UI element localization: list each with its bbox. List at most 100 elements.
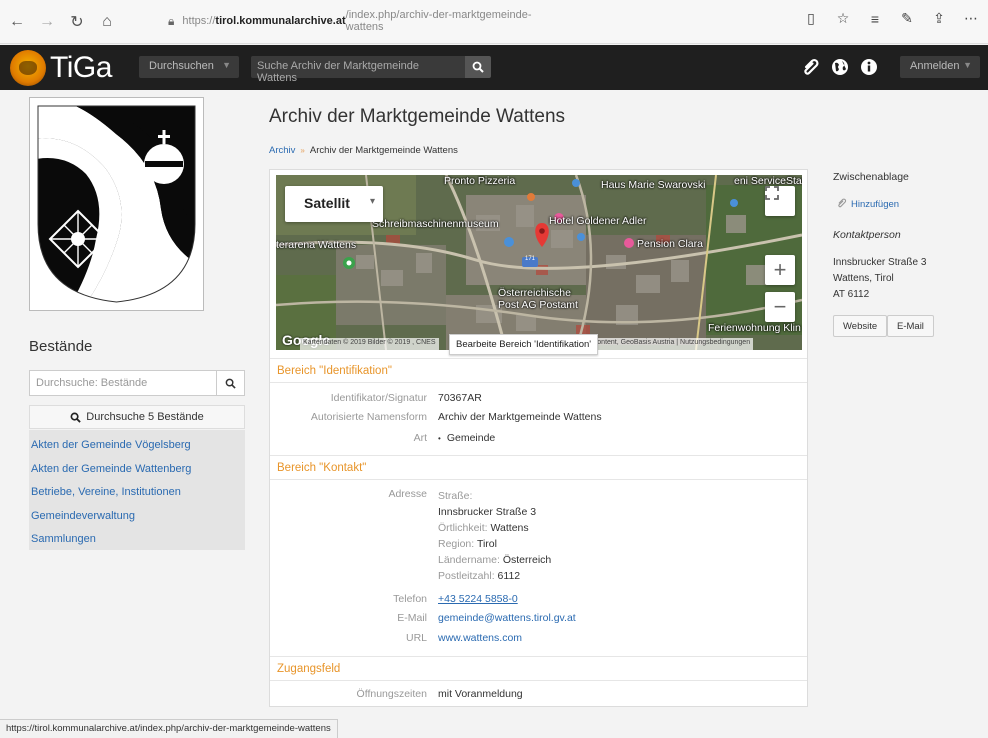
holdings-item[interactable]: Gemeindeverwaltung [29, 505, 245, 529]
region-label: Region: [438, 538, 475, 550]
share-icon[interactable]: ⇪ [928, 10, 950, 27]
map-label-museum: Schreibmaschinenmuseum [372, 218, 499, 230]
global-search-button[interactable] [465, 56, 491, 78]
holdings-item[interactable]: Akten der Gemeinde Wattenberg [29, 458, 245, 482]
clipboard-paperclip-icon[interactable] [801, 57, 821, 77]
section-heading-identification[interactable]: Bereich "Identifikation" [270, 358, 807, 383]
field-value-address: Straße: Innsbrucker Straße 3 Örtlichkeit… [438, 488, 551, 584]
browser-status-url: https://tirol.kommunalarchive.at/index.p… [0, 719, 338, 738]
search-icon [472, 61, 484, 73]
map-type-dropdown[interactable]: Satellit ▾ [285, 186, 383, 222]
website-button[interactable]: Website [833, 315, 888, 337]
favorites-list-icon[interactable]: ≡ [864, 11, 886, 27]
holdings-item[interactable]: Akten der Gemeinde Vögelsberg [29, 434, 245, 458]
location-map[interactable]: Pronto Pizzeria Haus Marie Swarovski eni… [276, 175, 802, 350]
search-icon [70, 412, 82, 423]
email-link[interactable]: gemeinde@wattens.tirol.gv.at [438, 612, 576, 624]
map-attribution-right[interactable]: GeoContent, GeoBasis Austria | Nutzungsb… [576, 338, 754, 350]
clipboard-add-link[interactable]: Hinzufügen [837, 198, 899, 210]
street-value: Innsbrucker Straße 3 [438, 506, 537, 518]
map-attribution-left: Kartendaten © 2019 Bilder © 2019 , CNES [300, 338, 439, 350]
map-label-road: 171 [525, 256, 536, 262]
region-value: Tirol [476, 538, 497, 550]
pen-icon[interactable]: ✎ [896, 10, 918, 27]
global-search-input[interactable]: Suche Archiv der Marktgemeinde Wattens [251, 56, 465, 84]
contact-address: Innsbrucker Straße 3 Wattens, Tirol AT 6… [833, 255, 926, 303]
field-label-opening-hours: Öffnungszeiten [356, 688, 427, 700]
map-label-pizzeria: Pronto Pizzeria [444, 175, 516, 187]
browse-holdings-button[interactable]: Durchsuche 5 Bestände [29, 405, 245, 429]
search-icon [225, 378, 236, 389]
browse-holdings-label: Durchsuche 5 Bestände [86, 411, 204, 423]
refresh-icon[interactable]: ↻ [64, 9, 90, 35]
postcode-value: 6112 [497, 570, 521, 582]
globe-language-icon[interactable] [830, 57, 850, 77]
address-bar[interactable]: 🔒︎ https://tirol.kommunalarchive.at/inde… [168, 9, 568, 33]
email-button[interactable]: E-Mail [887, 315, 934, 337]
locality-label: Örtlichkeit: [438, 522, 488, 534]
field-value-identifier: 70367AR [438, 392, 482, 404]
coat-of-arms-image [29, 97, 204, 311]
url-path: /index.php/archiv-der-marktgemeinde-watt… [345, 9, 532, 33]
bullet-icon: • [438, 434, 441, 443]
field-value-type-text: Gemeinde [446, 432, 496, 444]
contact-address-line1: Innsbrucker Straße 3 [833, 257, 927, 268]
caret-down-icon: ▼ [963, 60, 972, 70]
reading-view-icon[interactable]: ▯ [800, 10, 822, 27]
browse-menu-button[interactable]: Durchsuchen ▼ [139, 56, 239, 78]
zoom-in-icon[interactable]: + [765, 255, 795, 285]
field-label-identifier: Identifikator/Signatur [330, 392, 427, 404]
holdings-heading: Bestände [29, 338, 93, 355]
fullscreen-icon[interactable] [765, 186, 795, 216]
site-logo[interactable]: TiGa [10, 50, 112, 86]
login-menu-button[interactable]: Anmelden ▼ [900, 56, 980, 78]
holdings-search [29, 370, 245, 396]
clipboard-heading: Zwischenablage [833, 171, 909, 183]
browse-menu-label: Durchsuchen [149, 60, 214, 72]
forward-icon[interactable]: → [34, 9, 60, 35]
contact-person-heading: Kontaktperson [833, 229, 901, 241]
section-heading-contact[interactable]: Bereich "Kontakt" [270, 455, 807, 480]
phone-link[interactable]: +43 5224 5858-0 [438, 593, 518, 605]
holdings-search-button[interactable] [216, 371, 244, 395]
map-label-post-2: Post AG Postamt [498, 299, 578, 311]
breadcrumb-current: Archiv der Marktgemeinde Wattens [309, 145, 458, 156]
map-label-arena: terarena Wattens [276, 239, 357, 251]
website-link[interactable]: www.wattens.com [438, 632, 522, 644]
field-value-phone: +43 5224 5858-0 [438, 593, 518, 605]
url-host: tirol.kommunalarchive.at [215, 15, 346, 27]
url-prefix: https:// [182, 15, 216, 27]
map-label-post-1: Österreichische [498, 287, 571, 299]
map-label-pension: Pension Clara [637, 238, 703, 250]
favorite-star-icon[interactable]: ☆ [832, 10, 854, 27]
section-heading-access[interactable]: Zugangsfeld [270, 656, 807, 681]
country-label: Ländername: [438, 554, 500, 566]
clipboard-add-label: Hinzufügen [851, 199, 900, 210]
breadcrumb: Archiv » Archiv der Marktgemeinde Wattens [269, 145, 458, 156]
breadcrumb-chevron-icon: » [300, 146, 305, 155]
field-label-authorized-name: Autorisierte Namensform [310, 411, 427, 423]
holdings-list: Akten der Gemeinde Vögelsberg Akten der … [29, 430, 245, 550]
field-label-type: Art [413, 432, 427, 444]
back-icon[interactable]: ← [4, 9, 30, 35]
zoom-out-icon[interactable]: − [765, 292, 795, 322]
field-label-phone: Telefon [393, 593, 427, 605]
caret-down-icon: ▼ [222, 60, 231, 70]
page-title: Archiv der Marktgemeinde Wattens [269, 106, 566, 127]
holdings-item[interactable]: Sammlungen [29, 528, 245, 552]
caret-down-icon: ▾ [369, 196, 375, 207]
home-icon[interactable]: ⌂ [94, 9, 120, 35]
info-icon[interactable] [859, 57, 879, 77]
app-navbar: TiGa Durchsuchen ▼ Suche Archiv der Mark… [0, 45, 988, 90]
field-value-authorized-name: Archiv der Marktgemeinde Wattens [438, 411, 602, 423]
holdings-item[interactable]: Betriebe, Vereine, Institutionen [29, 481, 245, 505]
contact-address-line2: Wattens, Tirol [833, 273, 894, 284]
country-value: Österreich [502, 554, 552, 566]
logo-text: TiGa [50, 51, 112, 84]
breadcrumb-root-link[interactable]: Archiv [269, 145, 295, 156]
login-label: Anmelden [910, 60, 960, 72]
field-label-email: E-Mail [397, 612, 427, 624]
more-icon[interactable]: ⋯ [960, 10, 982, 27]
holdings-search-input[interactable] [30, 371, 218, 395]
map-type-label: Satellit [304, 195, 350, 211]
